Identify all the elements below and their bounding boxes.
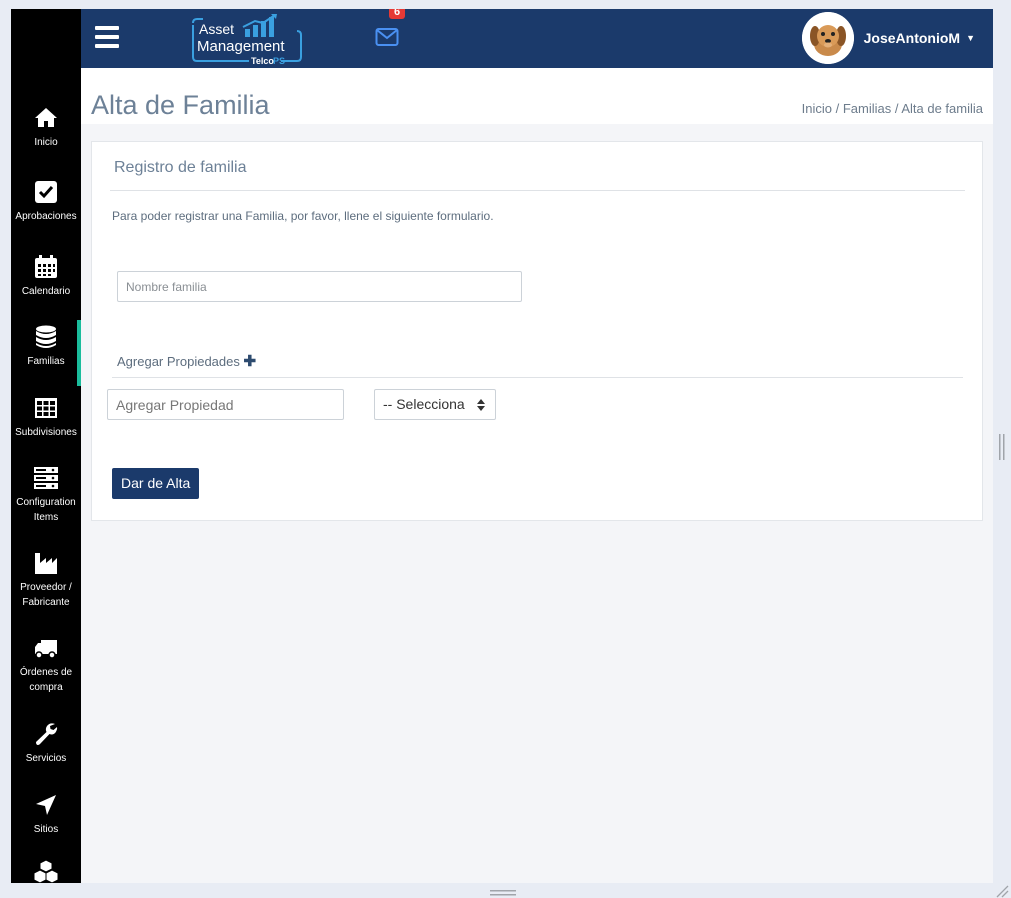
cubes-icon bbox=[33, 859, 59, 883]
breadcrumb-current: Alta de familia bbox=[901, 101, 983, 116]
submit-button[interactable]: Dar de Alta bbox=[112, 468, 200, 499]
sidebar-item-label: Servicios bbox=[25, 753, 67, 764]
family-name-input[interactable] bbox=[117, 271, 522, 302]
sidebar-item-sitios[interactable]: Sitios bbox=[11, 792, 81, 837]
divider bbox=[110, 190, 965, 191]
sidebar: Inicio Aprobaciones Calendario Familias … bbox=[11, 9, 81, 883]
sidebar-item-label: Calendario bbox=[21, 286, 71, 297]
sort-arrows-icon bbox=[477, 399, 485, 411]
sidebar-item-configuration-items[interactable]: Configuration Items bbox=[11, 465, 81, 525]
splitter-handle-bottom[interactable] bbox=[490, 889, 516, 897]
table-icon bbox=[35, 398, 57, 418]
logo-text-asset: Asset bbox=[199, 21, 234, 37]
sidebar-item-label: Subdivisiones bbox=[15, 427, 77, 438]
user-name: JoseAntonioM bbox=[863, 30, 961, 46]
avatar bbox=[801, 12, 854, 64]
calendar-icon bbox=[35, 255, 57, 278]
user-menu[interactable]: JoseAntonioM ▼ bbox=[801, 12, 975, 64]
database-icon bbox=[36, 325, 56, 348]
check-square-icon bbox=[35, 181, 57, 203]
puppy-avatar-icon bbox=[801, 12, 854, 64]
caret-down-icon: ▼ bbox=[966, 33, 975, 43]
plus-icon: ✚ bbox=[243, 353, 257, 370]
sidebar-item-label: Órdenes de compra bbox=[19, 667, 73, 693]
main-content: Alta de Familia Inicio / Familias / Alta… bbox=[81, 68, 993, 883]
page-title: Alta de Familia bbox=[91, 90, 270, 120]
sidebar-item-ordenes[interactable]: Órdenes de compra bbox=[11, 635, 81, 695]
page-header: Alta de Familia Inicio / Familias / Alta… bbox=[81, 68, 993, 124]
sidebar-item-label: Configuration Items bbox=[16, 497, 76, 523]
sidebar-item-more[interactable] bbox=[11, 858, 81, 883]
truck-icon bbox=[35, 640, 57, 659]
server-icon bbox=[34, 467, 58, 489]
breadcrumb: Inicio / Familias / Alta de familia bbox=[801, 101, 983, 116]
add-properties-button[interactable]: Agregar Propiedades ✚ bbox=[117, 352, 256, 370]
sidebar-item-label: Sitios bbox=[33, 824, 59, 835]
sidebar-item-proveedor[interactable]: Proveedor / Fabricante bbox=[11, 550, 81, 610]
top-navbar: Asset Management Telco PS 6 JoseAntonioM… bbox=[81, 9, 993, 68]
sidebar-item-subdivisiones[interactable]: Subdivisiones bbox=[11, 395, 81, 440]
menu-toggle-button[interactable] bbox=[95, 26, 119, 48]
breadcrumb-inicio[interactable]: Inicio bbox=[802, 101, 832, 116]
add-properties-label: Agregar Propiedades bbox=[117, 354, 240, 369]
splitter-handle-right[interactable] bbox=[999, 434, 1005, 460]
sidebar-item-aprobaciones[interactable]: Aprobaciones bbox=[11, 179, 81, 224]
sidebar-item-label: Aprobaciones bbox=[15, 211, 77, 222]
app-frame: Inicio Aprobaciones Calendario Familias … bbox=[11, 9, 993, 883]
envelope-icon[interactable] bbox=[375, 27, 399, 47]
factory-icon bbox=[35, 553, 57, 574]
sidebar-item-label: Proveedor / Fabricante bbox=[20, 582, 72, 608]
wrench-icon bbox=[36, 723, 58, 745]
form-description: Para poder registrar una Familia, por fa… bbox=[112, 209, 494, 223]
location-arrow-icon bbox=[36, 795, 56, 815]
sidebar-item-label: Familias bbox=[27, 356, 65, 367]
sidebar-item-label: Inicio bbox=[34, 137, 58, 148]
resize-corner-handle[interactable] bbox=[995, 884, 1009, 898]
property-input[interactable] bbox=[107, 389, 344, 420]
family-form-card: Registro de familia Para poder registrar… bbox=[91, 141, 983, 521]
logo-text-telco: Telco bbox=[251, 56, 274, 65]
breadcrumb-familias[interactable]: Familias bbox=[843, 101, 891, 116]
divider bbox=[112, 377, 963, 378]
sidebar-item-calendario[interactable]: Calendario bbox=[11, 254, 81, 299]
sidebar-item-servicios[interactable]: Servicios bbox=[11, 721, 81, 766]
mail-count-badge: 6 bbox=[389, 9, 405, 19]
select-value: -- Selecciona bbox=[383, 396, 465, 412]
sidebar-item-inicio[interactable]: Inicio bbox=[11, 105, 81, 150]
property-type-select[interactable]: -- Selecciona bbox=[374, 389, 496, 420]
logo-text-ps: PS bbox=[273, 56, 285, 65]
card-title: Registro de familia bbox=[114, 159, 247, 176]
sidebar-item-familias[interactable]: Familias bbox=[11, 320, 81, 386]
home-icon bbox=[35, 108, 57, 127]
asset-management-logo[interactable]: Asset Management Telco PS bbox=[189, 13, 305, 65]
logo-text-management: Management bbox=[197, 38, 285, 55]
